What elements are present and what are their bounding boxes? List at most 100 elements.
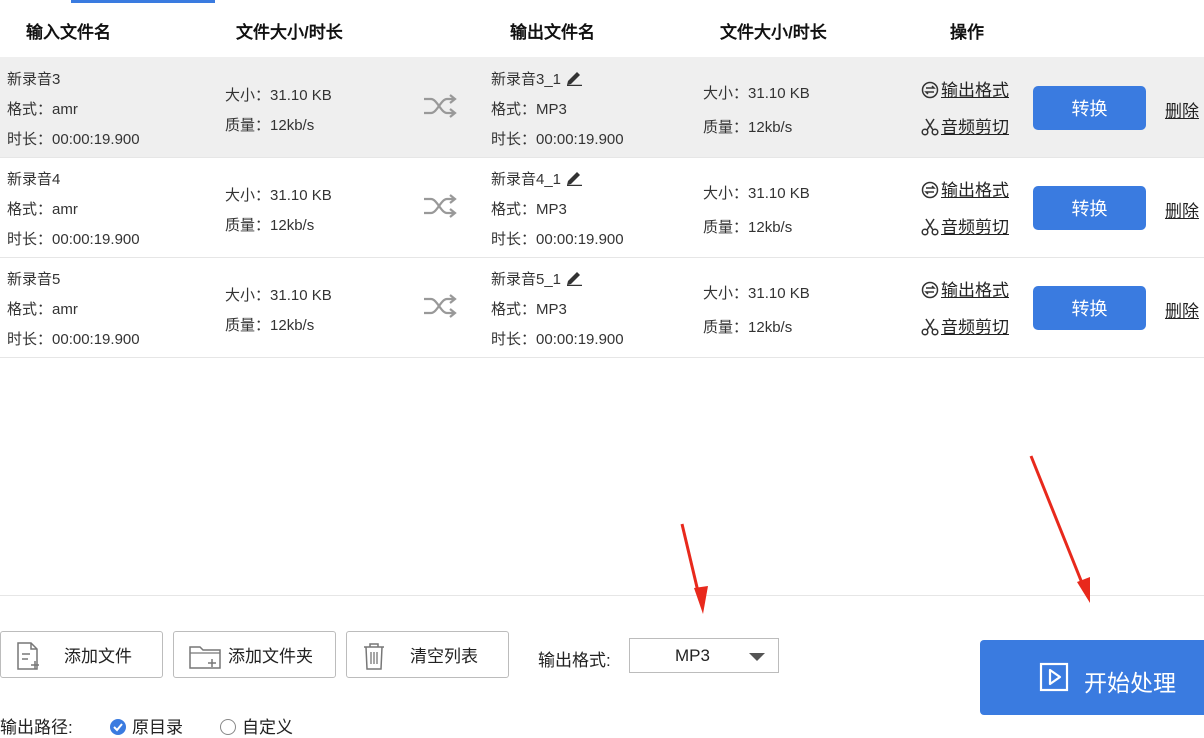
radio-original-directory[interactable]: 原目录 <box>110 713 183 738</box>
output-duration: 时长：00:00:19.900 <box>491 228 624 249</box>
edit-icon[interactable] <box>565 268 583 286</box>
delete-link[interactable]: 删除 <box>1165 197 1199 222</box>
edit-icon[interactable] <box>565 68 583 86</box>
output-file-name-text: 新录音5_1 <box>491 271 562 288</box>
input-quality: 质量：12kb/s <box>225 314 314 335</box>
output-format-value: MP3 <box>675 646 710 665</box>
clear-list-button[interactable]: 清空列表 <box>346 631 509 678</box>
audio-cut-link-label: 音频剪切 <box>941 218 1009 237</box>
output-format-link[interactable]: 输出格式 <box>921 176 1009 201</box>
output-size-value: 31.10 KB <box>748 185 810 202</box>
input-format-label: 格式： <box>7 201 53 218</box>
output-duration: 时长：00:00:19.900 <box>491 128 624 149</box>
output-duration-value: 00:00:19.900 <box>536 331 624 348</box>
convert-button[interactable]: 转换 <box>1033 86 1146 130</box>
list-divider <box>0 595 1204 596</box>
output-format-link-label: 输出格式 <box>941 81 1009 100</box>
input-format-label: 格式： <box>7 101 53 118</box>
delete-link[interactable]: 删除 <box>1165 97 1199 122</box>
radio-original-label: 原目录 <box>132 718 183 737</box>
header-output-size: 文件大小/时长 <box>720 23 827 42</box>
output-format-link-label: 输出格式 <box>941 181 1009 200</box>
table-row[interactable]: 新录音4 格式：amr 时长：00:00:19.900 大小：31.10 KB … <box>0 157 1204 258</box>
output-quality-value: 12kb/s <box>748 319 793 336</box>
audio-cut-link[interactable]: 音频剪切 <box>921 313 1009 338</box>
annotation-arrow-start <box>1029 455 1086 589</box>
output-size-label: 大小： <box>703 285 749 302</box>
output-quality-label: 质量： <box>703 219 749 236</box>
annotation-arrow-format <box>680 523 702 601</box>
add-folder-icon <box>189 646 221 669</box>
output-duration-label: 时长： <box>491 131 537 148</box>
convert-button[interactable]: 转换 <box>1033 186 1146 230</box>
radio-custom-directory[interactable]: 自定义 <box>220 713 293 738</box>
output-format-label: 格式： <box>491 101 537 118</box>
output-file-name: 新录音5_1 <box>491 268 583 289</box>
trash-icon <box>364 643 384 670</box>
table-header: 输入文件名 文件大小/时长 输出文件名 文件大小/时长 操作 <box>0 0 1204 57</box>
input-duration-label: 时长： <box>7 231 53 248</box>
input-duration-value: 00:00:19.900 <box>52 231 140 248</box>
output-size: 大小：31.10 KB <box>703 182 810 203</box>
start-processing-button[interactable]: 开始处理 <box>980 640 1204 715</box>
table-row[interactable]: 新录音5 格式：amr 时长：00:00:19.900 大小：31.10 KB … <box>0 257 1204 358</box>
output-size-label: 大小： <box>703 85 749 102</box>
input-size-value: 31.10 KB <box>270 187 332 204</box>
input-file-name: 新录音3 <box>7 71 61 88</box>
input-quality-label: 质量： <box>225 317 271 334</box>
input-duration: 时长：00:00:19.900 <box>7 328 140 349</box>
output-duration-value: 00:00:19.900 <box>536 131 624 148</box>
input-quality: 质量：12kb/s <box>225 114 314 135</box>
input-size: 大小：31.10 KB <box>225 84 332 105</box>
input-duration: 时长：00:00:19.900 <box>7 128 140 149</box>
output-format-select[interactable]: MP3 <box>629 638 779 673</box>
input-quality: 质量：12kb/s <box>225 214 314 235</box>
shuffle-icon <box>424 294 457 318</box>
input-file-name: 新录音5 <box>7 271 61 288</box>
output-duration-value: 00:00:19.900 <box>536 231 624 248</box>
output-format-link-label: 输出格式 <box>941 281 1009 300</box>
input-format-value: amr <box>52 301 78 318</box>
input-quality-value: 12kb/s <box>270 217 315 234</box>
audio-cut-link[interactable]: 音频剪切 <box>921 113 1009 138</box>
radio-checked-icon <box>110 719 126 735</box>
output-file-name-text: 新录音4_1 <box>491 171 562 188</box>
output-format-value: MP3 <box>536 201 567 218</box>
start-processing-label: 开始处理 <box>1084 670 1176 696</box>
output-size-label: 大小： <box>703 185 749 202</box>
output-size-value: 31.10 KB <box>748 285 810 302</box>
input-size-value: 31.10 KB <box>270 287 332 304</box>
input-size-label: 大小： <box>225 87 271 104</box>
radio-unchecked-icon <box>220 719 236 735</box>
output-format-link[interactable]: 输出格式 <box>921 76 1009 101</box>
output-quality-value: 12kb/s <box>748 119 793 136</box>
output-format-label: 输出格式: <box>538 651 611 670</box>
output-format-link[interactable]: 输出格式 <box>921 276 1009 301</box>
output-quality-label: 质量： <box>703 319 749 336</box>
input-size: 大小：31.10 KB <box>225 184 332 205</box>
convert-button[interactable]: 转换 <box>1033 286 1146 330</box>
add-file-label: 添加文件 <box>64 647 132 666</box>
input-quality-label: 质量： <box>225 217 271 234</box>
input-duration-value: 00:00:19.900 <box>52 331 140 348</box>
output-format: 格式：MP3 <box>491 298 567 319</box>
output-path-label: 输出路径: <box>0 718 73 737</box>
output-format-label: 格式： <box>491 301 537 318</box>
output-quality-value: 12kb/s <box>748 219 793 236</box>
chevron-down-icon <box>749 653 765 661</box>
add-file-button[interactable]: 添加文件 <box>0 631 163 678</box>
add-folder-button[interactable]: 添加文件夹 <box>173 631 336 678</box>
output-quality: 质量：12kb/s <box>703 116 792 137</box>
output-size-value: 31.10 KB <box>748 85 810 102</box>
radio-custom-label: 自定义 <box>242 718 293 737</box>
header-input-size: 文件大小/时长 <box>236 23 343 42</box>
audio-cut-link[interactable]: 音频剪切 <box>921 213 1009 238</box>
output-size: 大小：31.10 KB <box>703 282 810 303</box>
clear-list-label: 清空列表 <box>410 647 478 666</box>
audio-cut-link-label: 音频剪切 <box>941 118 1009 137</box>
input-format-label: 格式： <box>7 301 53 318</box>
table-row[interactable]: 新录音3 格式：amr 时长：00:00:19.900 大小：31.10 KB … <box>0 57 1204 158</box>
output-format-value: MP3 <box>536 101 567 118</box>
delete-link[interactable]: 删除 <box>1165 297 1199 322</box>
edit-icon[interactable] <box>565 168 583 186</box>
